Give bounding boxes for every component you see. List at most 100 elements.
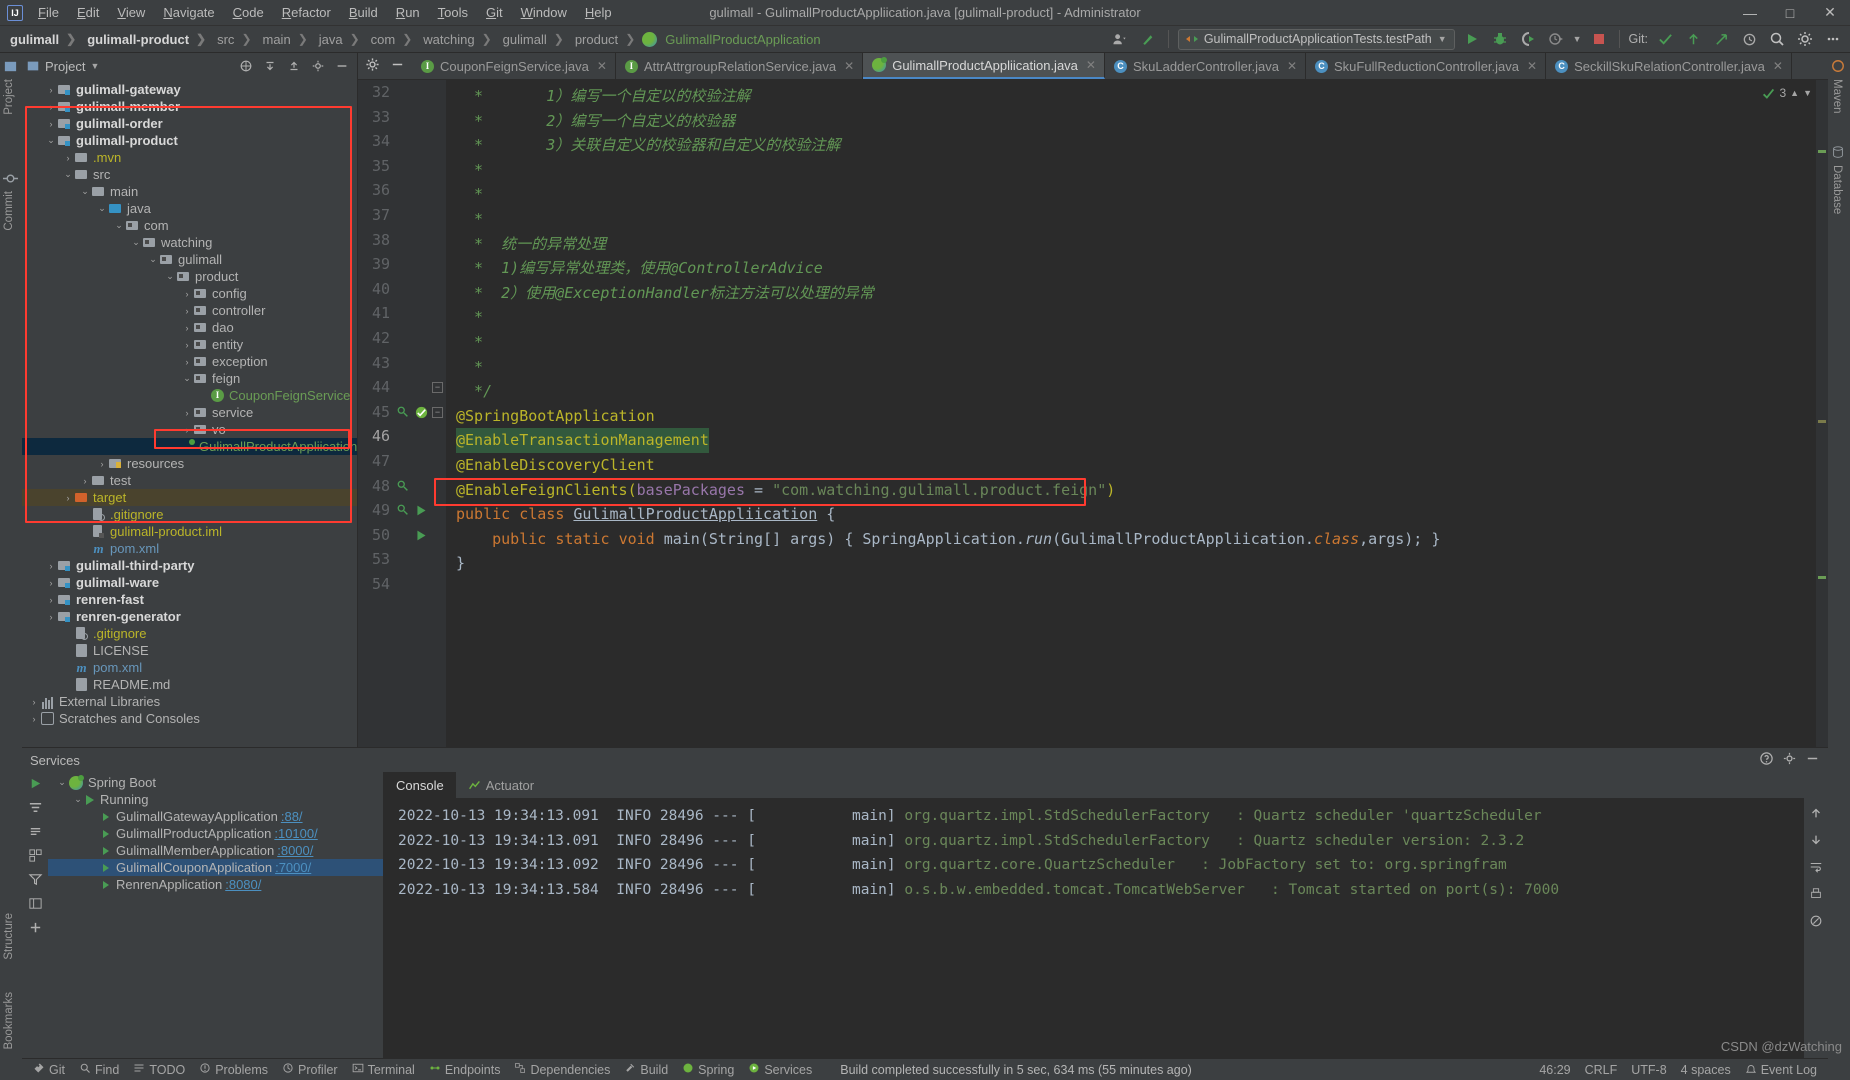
update-project-icon[interactable]: [1137, 28, 1159, 50]
gutter-line-45[interactable]: 45−: [358, 400, 446, 425]
run-configuration-selector[interactable]: GulimallProductApplicationTests.testPath…: [1177, 28, 1455, 50]
tree-node-gulimall-order[interactable]: › gulimall-order: [22, 115, 357, 132]
status-endpoints[interactable]: Endpoints: [422, 1062, 508, 1077]
menu-git[interactable]: Git: [477, 2, 512, 23]
service-port-link[interactable]: :8000/: [277, 843, 313, 858]
rail-label-database[interactable]: Database: [1831, 165, 1843, 214]
editor-tab-skuladdercontroller[interactable]: C SkuLadderController.java ✕: [1105, 53, 1307, 79]
chevron-right-icon[interactable]: ›: [28, 714, 40, 724]
status-services[interactable]: Services: [741, 1062, 819, 1077]
breadcrumb-item-gulimall[interactable]: gulimall ❯: [497, 30, 569, 49]
project-panel-title[interactable]: Project ▼: [26, 59, 99, 74]
more-options-icon[interactable]: [1822, 28, 1844, 50]
breadcrumb-item-src[interactable]: src ❯: [211, 30, 256, 49]
status-profiler[interactable]: Profiler: [275, 1062, 345, 1077]
gutter-line-42[interactable]: 42: [358, 326, 446, 351]
scroll-up-icon[interactable]: [1809, 806, 1823, 823]
menu-build[interactable]: Build: [340, 2, 387, 23]
maven-rail-icon[interactable]: [1831, 59, 1847, 75]
stop-icon[interactable]: [1588, 28, 1610, 50]
tree-node-feign[interactable]: ⌄ feign: [22, 370, 357, 387]
menu-window[interactable]: Window: [512, 2, 576, 23]
gutter-line-32[interactable]: 32: [358, 80, 446, 105]
code-line-39[interactable]: * 1)编写异常处理类，使用@ControllerAdvice: [446, 256, 1828, 281]
menu-run[interactable]: Run: [387, 2, 429, 23]
tree-node-target[interactable]: › target: [22, 489, 357, 506]
add-service-icon[interactable]: [28, 920, 43, 938]
code-line-48[interactable]: @EnableFeignClients(basePackages = "com.…: [446, 478, 1828, 503]
chevron-right-icon[interactable]: ›: [198, 391, 210, 401]
service-port-link[interactable]: :10100/: [274, 826, 317, 841]
chevron-right-icon[interactable]: ›: [45, 612, 57, 622]
rail-label-project[interactable]: Project: [3, 79, 15, 115]
code-line-35[interactable]: *: [446, 158, 1828, 183]
maximize-button[interactable]: □: [1770, 0, 1810, 26]
code-line-32[interactable]: * 1）编写一个自定以的校验注解: [446, 84, 1828, 109]
git-checkmark-icon[interactable]: [1654, 28, 1676, 50]
run-icon[interactable]: [1461, 28, 1483, 50]
database-rail-icon[interactable]: [1831, 145, 1847, 161]
chevron-right-icon[interactable]: ›: [62, 493, 74, 503]
editor-gutter[interactable]: 32 33 34 35 36 37 38 39 40 41 42 43 44−45− 46 47 48 49 50…: [358, 80, 446, 747]
chevron-down-icon[interactable]: ▼: [90, 61, 99, 71]
hide-editor-icon[interactable]: [390, 57, 405, 75]
chevron-right-icon[interactable]: ›: [62, 646, 74, 656]
chevron-right-icon[interactable]: ›: [88, 812, 100, 822]
services-hide-icon[interactable]: [1805, 751, 1820, 769]
chevron-down-icon[interactable]: ⌄: [113, 220, 125, 231]
chevron-down-icon[interactable]: ⌄: [181, 373, 193, 384]
service-node-spring-boot[interactable]: ⌄ Spring Boot: [48, 774, 383, 791]
status-dependencies[interactable]: Dependencies: [507, 1062, 617, 1077]
tree-node-scratches-and-consoles[interactable]: › Scratches and Consoles: [22, 710, 357, 727]
chevron-down-icon[interactable]: ⌄: [79, 186, 91, 197]
soft-wrap-icon[interactable]: [1809, 860, 1823, 877]
gutter-line-34[interactable]: 34: [358, 129, 446, 154]
git-update-icon[interactable]: [1682, 28, 1704, 50]
status-spring[interactable]: Spring: [675, 1062, 741, 1077]
chevron-right-icon[interactable]: ›: [79, 544, 91, 554]
chevron-right-icon[interactable]: ›: [45, 595, 57, 605]
tree-node-vo[interactable]: › vo: [22, 421, 357, 438]
minimize-button[interactable]: —: [1730, 0, 1770, 26]
commit-rail-icon[interactable]: [3, 171, 19, 187]
inspection-widget[interactable]: 3 ▲ ▼: [1762, 86, 1812, 100]
indent-setting[interactable]: 4 spaces: [1674, 1063, 1738, 1077]
code-line-45[interactable]: @SpringBootApplication: [446, 404, 1828, 429]
tree-node-gulimall-gateway[interactable]: › gulimall-gateway: [22, 81, 357, 98]
breadcrumb-item-gulimall[interactable]: gulimall ❯: [4, 30, 81, 49]
service-node-gulimallgatewayapplication[interactable]: › GulimallGatewayApplication:88/: [48, 808, 383, 825]
rail-label-structure[interactable]: Structure: [3, 913, 15, 960]
code-editor[interactable]: 32 33 34 35 36 37 38 39 40 41 42 43 44−45− 46 47 48 49 50…: [358, 80, 1828, 747]
chevron-right-icon[interactable]: ›: [88, 863, 100, 873]
tree-node--gitignore[interactable]: › .gitignore: [22, 506, 357, 523]
code-line-46[interactable]: @EnableTransactionManagement: [446, 428, 1828, 453]
editor-tab-seckillskurelationcontroller[interactable]: C SeckillSkuRelationController.java ✕: [1546, 53, 1792, 79]
chevron-down-icon[interactable]: ⌄: [130, 237, 142, 248]
tree-node-entity[interactable]: › entity: [22, 336, 357, 353]
gutter-line-37[interactable]: 37: [358, 203, 446, 228]
tree-node-external-libraries[interactable]: › External Libraries: [22, 693, 357, 710]
chevron-right-icon[interactable]: ›: [28, 697, 40, 707]
gutter-line-40[interactable]: 40: [358, 277, 446, 302]
chevron-right-icon[interactable]: ›: [181, 323, 193, 333]
service-port-link[interactable]: :88/: [281, 809, 303, 824]
editor-tab-couponfeignservice[interactable]: I CouponFeignService.java ✕: [412, 53, 616, 79]
gutter-line-38[interactable]: 38: [358, 228, 446, 253]
profile-icon[interactable]: [1545, 28, 1567, 50]
tree-node-pom-xml[interactable]: ›m pom.xml: [22, 540, 357, 557]
code-line-44[interactable]: */: [446, 379, 1828, 404]
chevron-down-icon[interactable]: ⌄: [147, 254, 159, 265]
profile-dropdown-icon[interactable]: ▼: [1573, 34, 1582, 44]
breadcrumb-item-com[interactable]: com ❯: [365, 30, 418, 49]
tree-node-product[interactable]: ⌄ product: [22, 268, 357, 285]
status-todo[interactable]: TODO: [126, 1062, 192, 1077]
fold-marker-icon[interactable]: −: [432, 406, 443, 418]
menu-refactor[interactable]: Refactor: [273, 2, 340, 23]
group-icon[interactable]: [28, 848, 43, 866]
tree-node-resources[interactable]: › resources: [22, 455, 357, 472]
git-history-icon[interactable]: [1738, 28, 1760, 50]
editor-tab-skufullreductioncontroller[interactable]: C SkuFullReductionController.java ✕: [1306, 53, 1547, 79]
status-find[interactable]: Find: [72, 1062, 126, 1077]
services-tree[interactable]: ⌄Spring Boot⌄Running›GulimallGatewayAppl…: [48, 772, 384, 1058]
tree-node-gulimall-third-party[interactable]: › gulimall-third-party: [22, 557, 357, 574]
